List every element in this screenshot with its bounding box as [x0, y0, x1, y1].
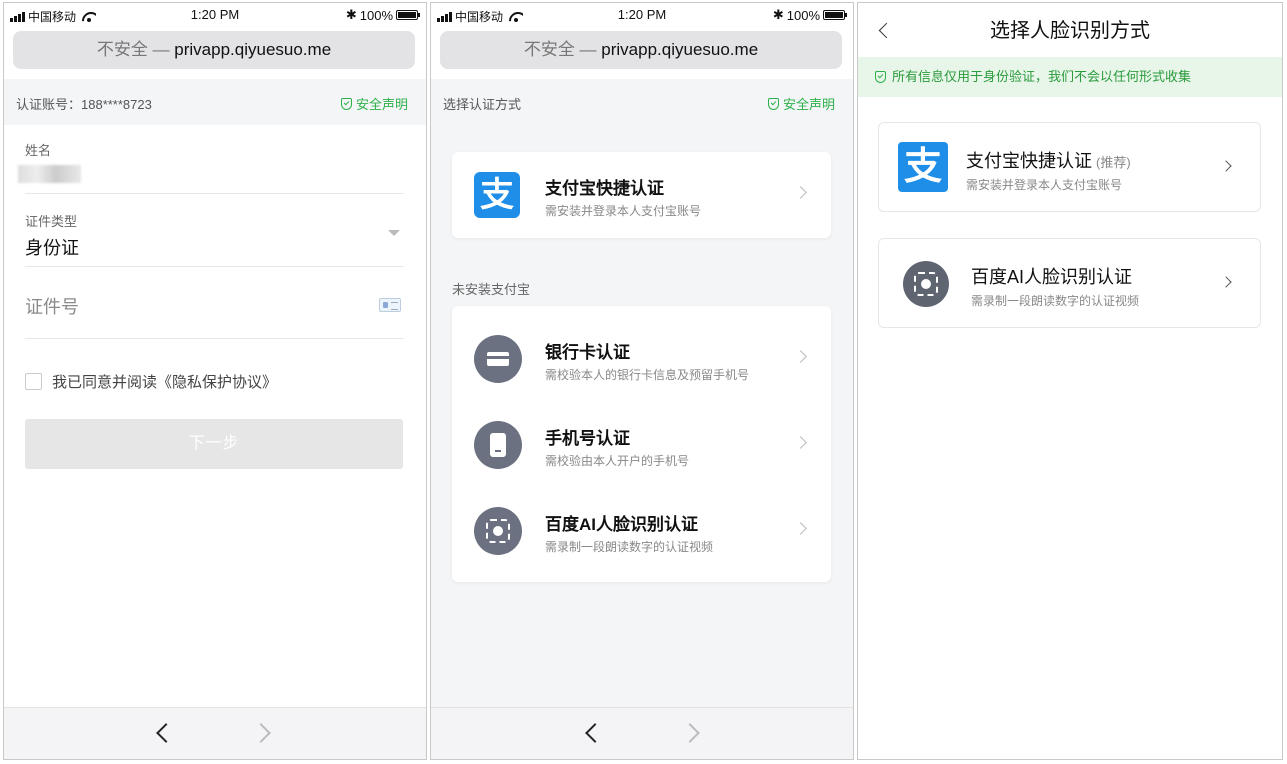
option-subtitle: 需校验由本人开户的手机号: [545, 454, 690, 468]
next-button[interactable]: 下一步: [25, 419, 403, 469]
agree-checkbox[interactable]: [25, 373, 42, 390]
address-bar[interactable]: 不安全 — privapp.qiyuesuo.me: [13, 31, 415, 69]
divider: [25, 266, 404, 267]
option-title: 支付宝快捷认证 (推荐): [966, 151, 1131, 171]
select-method-label: 选择认证方式: [443, 97, 522, 112]
alipay-icon: 支: [474, 172, 520, 218]
page-title: 选择人脸识别方式: [990, 20, 1150, 42]
face-method-screen: 选择人脸识别方式 所有信息仅用于身份验证，我们不会以任何形式收集 支 支付宝快捷…: [857, 2, 1283, 760]
alipay-option[interactable]: 支 支付宝快捷认证 (推荐) 需安装并登录本人支付宝账号: [878, 122, 1261, 212]
bank-card-icon: [474, 335, 522, 383]
option-subtitle: 需校验本人的银行卡信息及预留手机号: [545, 368, 750, 382]
browser-toolbar: [4, 707, 426, 759]
chevron-right-icon: [794, 522, 807, 535]
privacy-notice: 所有信息仅用于身份验证，我们不会以任何形式收集: [858, 57, 1282, 97]
insecure-label: 不安全: [523, 40, 575, 59]
url-text: privapp.qiyuesuo.me: [601, 40, 759, 59]
chevron-right-icon: [794, 186, 807, 199]
back-icon[interactable]: [156, 723, 176, 743]
face-recognition-option[interactable]: 百度AI人脸识别认证 需录制一段朗读数字的认证视频: [452, 488, 831, 574]
section-label: 未安装支付宝: [452, 282, 531, 297]
chevron-right-icon: [794, 350, 807, 363]
idtype-label: 证件类型: [25, 214, 78, 229]
security-statement-link[interactable]: 安全声明: [767, 94, 835, 113]
insecure-label: 不安全: [96, 40, 148, 59]
id-card-scan-icon[interactable]: [379, 298, 401, 312]
option-subtitle: 需录制一段朗读数字的认证视频: [971, 294, 1140, 308]
agree-text[interactable]: 我已同意并阅读《隐私保护协议》: [52, 371, 277, 392]
caret-down-icon[interactable]: [388, 230, 400, 236]
battery-icon: [823, 10, 847, 20]
name-label: 姓名: [25, 143, 52, 158]
face-scan-icon: [474, 507, 522, 555]
shield-icon: [340, 97, 352, 110]
shield-icon: [767, 97, 779, 110]
battery-percent: 100%: [359, 7, 393, 23]
name-value-redacted: [18, 165, 81, 183]
alipay-icon: 支: [898, 142, 948, 192]
option-subtitle: 需安装并登录本人支付宝账号: [545, 204, 702, 218]
forward-icon[interactable]: [251, 723, 271, 743]
browser-toolbar: [431, 707, 853, 759]
bluetooth-icon: ✱: [345, 7, 357, 22]
shield-icon: [875, 71, 886, 83]
phone-screen-identity-form: 中国移动 1:20 PM ✱ 100% 不安全 — privapp.qiyues…: [3, 2, 427, 760]
bluetooth-icon: ✱: [772, 7, 784, 22]
option-subtitle: 需安装并登录本人支付宝账号: [966, 178, 1123, 192]
option-title: 支付宝快捷认证: [545, 179, 664, 198]
status-bar: 中国移动 1:20 PM ✱ 100%: [4, 3, 426, 29]
status-bar: 中国移动 1:20 PM ✱ 100%: [431, 3, 853, 29]
battery-icon: [396, 10, 420, 20]
privacy-agreement[interactable]: 我已同意并阅读《隐私保护协议》: [25, 371, 277, 392]
url-text: privapp.qiyuesuo.me: [174, 40, 332, 59]
face-recognition-option[interactable]: 百度AI人脸识别认证 需录制一段朗读数字的认证视频: [878, 238, 1261, 328]
option-subtitle: 需录制一段朗读数字的认证视频: [545, 540, 714, 554]
address-bar[interactable]: 不安全 — privapp.qiyuesuo.me: [440, 31, 842, 69]
option-title: 百度AI人脸识别认证: [971, 267, 1133, 287]
face-scan-icon: [903, 261, 949, 307]
id-number-input[interactable]: 证件号: [25, 293, 79, 319]
option-title: 手机号认证: [545, 429, 630, 448]
back-icon[interactable]: [585, 723, 605, 743]
forward-icon[interactable]: [680, 723, 700, 743]
phone-screen-method-select: 中国移动 1:20 PM ✱ 100% 不安全 — privapp.qiyues…: [430, 2, 854, 760]
option-title: 百度AI人脸识别认证: [545, 515, 698, 534]
idtype-select[interactable]: 身份证: [25, 234, 79, 260]
chevron-right-icon: [1220, 160, 1232, 172]
account-label: 认证账号：188****8723: [16, 97, 152, 112]
other-methods-card: 银行卡认证 需校验本人的银行卡信息及预留手机号 手机号认证 需校验由本人开户的手…: [452, 306, 831, 582]
chevron-right-icon: [1220, 276, 1232, 288]
bank-card-option[interactable]: 银行卡认证 需校验本人的银行卡信息及预留手机号: [452, 316, 831, 402]
alipay-card[interactable]: 支 支付宝快捷认证 需安装并登录本人支付宝账号: [452, 152, 831, 238]
alipay-option[interactable]: 支 支付宝快捷认证 需安装并登录本人支付宝账号: [452, 152, 831, 238]
option-title: 银行卡认证: [545, 343, 630, 362]
account-info-row: 认证账号：188****8723 安全声明: [4, 79, 426, 125]
divider: [25, 193, 404, 194]
phone-option[interactable]: 手机号认证 需校验由本人开户的手机号: [452, 402, 831, 488]
method-header-row: 选择认证方式 安全声明: [431, 79, 853, 125]
divider: [25, 338, 404, 339]
chevron-right-icon: [794, 436, 807, 449]
recommended-tag: (推荐): [1096, 155, 1131, 170]
security-statement-link[interactable]: 安全声明: [340, 94, 408, 113]
phone-icon: [474, 421, 522, 469]
battery-percent: 100%: [786, 7, 820, 23]
